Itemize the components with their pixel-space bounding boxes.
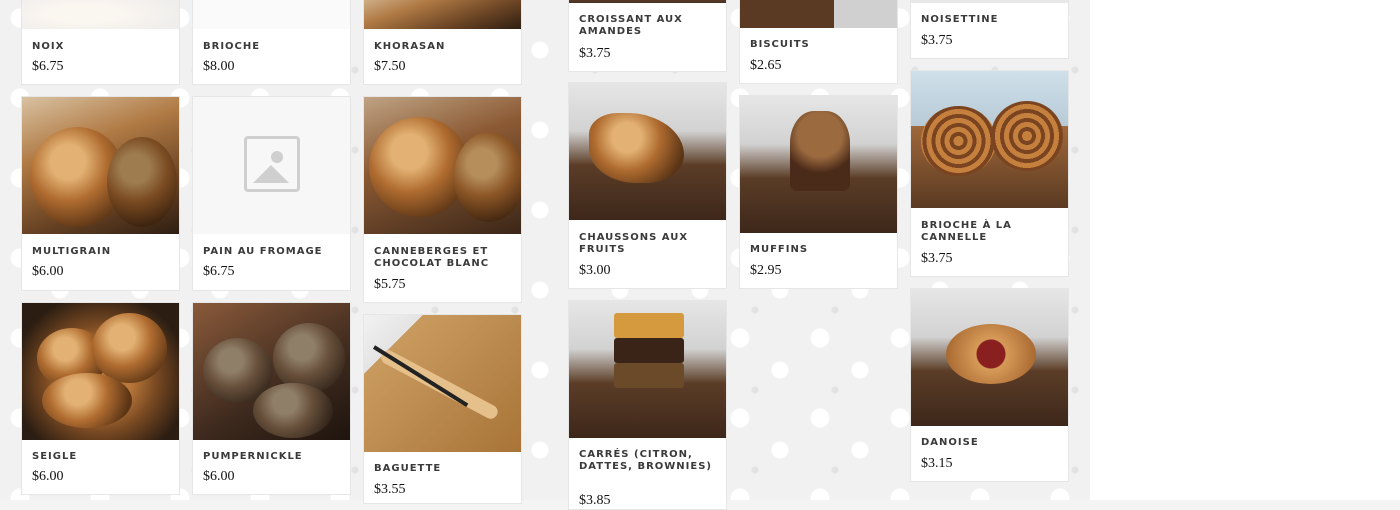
- product-image[interactable]: [740, 0, 897, 28]
- product-price: $6.00: [203, 469, 235, 484]
- product-price: $3.00: [579, 263, 611, 278]
- product-name[interactable]: CANNEBERGES ET CHOCOLAT BLANC: [374, 246, 513, 270]
- loaf-shape: [107, 137, 177, 227]
- product-price: $3.85: [579, 493, 611, 508]
- product-price: $3.15: [921, 456, 953, 471]
- product-name[interactable]: CARRÉS (CITRON, DATTES, BROWNIES): [579, 449, 718, 473]
- loaf-shape: [92, 313, 167, 383]
- product-price: $7.50: [374, 59, 406, 74]
- product-price: $3.75: [921, 33, 953, 48]
- product-card-carres[interactable]: CARRÉS (CITRON, DATTES, BROWNIES) $3.85: [568, 300, 727, 510]
- product-name[interactable]: NOISETTINE: [921, 14, 1060, 26]
- product-card-noix[interactable]: NOIX $6.75: [21, 0, 180, 85]
- product-card-baguette[interactable]: BAGUETTE $3.55: [363, 314, 522, 504]
- product-name[interactable]: CROISSANT AUX AMANDES: [579, 14, 718, 38]
- muffin-shape: [790, 111, 850, 191]
- product-card-brioche[interactable]: BRIOCHE $8.00: [192, 0, 351, 85]
- product-name[interactable]: MULTIGRAIN: [32, 246, 171, 258]
- product-image[interactable]: [364, 315, 521, 452]
- square-shape: [614, 313, 684, 338]
- product-card-canneberges[interactable]: CANNEBERGES ET CHOCOLAT BLANC $5.75: [363, 96, 522, 303]
- product-price: $2.95: [750, 263, 782, 278]
- cinnamon-roll-shape: [921, 106, 996, 176]
- product-price: $5.75: [374, 277, 406, 292]
- product-price: $6.75: [32, 59, 64, 74]
- product-price: $6.75: [203, 264, 235, 279]
- product-price: $3.75: [921, 251, 953, 266]
- product-card-biscuits[interactable]: BISCUITS $2.65: [739, 0, 898, 84]
- cinnamon-roll-shape: [991, 101, 1063, 171]
- product-name[interactable]: MUFFINS: [750, 244, 889, 256]
- loaf-shape: [42, 373, 132, 428]
- product-card-pumpernickle[interactable]: PUMPERNICKLE $6.00: [192, 302, 351, 495]
- product-name[interactable]: NOIX: [32, 41, 171, 53]
- product-price: $3.75: [579, 46, 611, 61]
- product-price: $6.00: [32, 469, 64, 484]
- product-card-pain-au-fromage[interactable]: PAIN AU FROMAGE $6.75: [192, 96, 351, 291]
- product-image[interactable]: [193, 0, 350, 29]
- product-image[interactable]: [569, 0, 726, 3]
- product-card-danoise[interactable]: DANOISE $3.15: [910, 288, 1069, 482]
- product-name[interactable]: DANOISE: [921, 437, 1060, 449]
- product-card-khorasan[interactable]: KHORASAN $7.50: [363, 0, 522, 85]
- product-price: $8.00: [203, 59, 235, 74]
- square-shape: [614, 338, 684, 363]
- product-card-multigrain[interactable]: MULTIGRAIN $6.00: [21, 96, 180, 291]
- product-name[interactable]: BRIOCHE À LA CANNELLE: [921, 220, 1060, 244]
- product-image[interactable]: [364, 97, 521, 234]
- product-image[interactable]: [569, 83, 726, 220]
- product-price: $3.55: [374, 482, 406, 497]
- product-card-seigle[interactable]: SEIGLE $6.00: [21, 302, 180, 495]
- product-card-noisettine[interactable]: NOISETTINE $3.75: [910, 0, 1069, 59]
- product-name[interactable]: PAIN AU FROMAGE: [203, 246, 342, 258]
- product-image[interactable]: [911, 0, 1068, 3]
- blank-margin: [1090, 0, 1400, 500]
- product-image[interactable]: [22, 0, 179, 29]
- product-name[interactable]: PUMPERNICKLE: [203, 451, 342, 463]
- loaf-shape: [253, 383, 333, 438]
- product-image[interactable]: [22, 97, 179, 234]
- product-card-muffins[interactable]: MUFFINS $2.95: [739, 95, 898, 289]
- product-image-placeholder[interactable]: [193, 97, 350, 234]
- pastry-shape: [589, 113, 684, 183]
- product-card-croissant-amandes[interactable]: CROISSANT AUX AMANDES $3.75: [568, 0, 727, 72]
- square-shape: [614, 363, 684, 388]
- product-card-brioche-cannelle[interactable]: BRIOCHE À LA CANNELLE $3.75: [910, 70, 1069, 277]
- product-card-chaussons[interactable]: CHAUSSONS AUX FRUITS $3.00: [568, 82, 727, 289]
- product-name[interactable]: CHAUSSONS AUX FRUITS: [579, 232, 718, 256]
- product-image[interactable]: [911, 289, 1068, 426]
- knife-shape: [372, 345, 469, 407]
- product-price: $6.00: [32, 264, 64, 279]
- loaf-shape: [454, 132, 521, 222]
- loaf-shape: [273, 323, 345, 393]
- product-image[interactable]: [364, 0, 521, 29]
- product-image[interactable]: [911, 71, 1068, 208]
- product-price: $2.65: [750, 58, 782, 73]
- product-name[interactable]: BISCUITS: [750, 39, 889, 51]
- product-name[interactable]: BRIOCHE: [203, 41, 342, 53]
- product-name[interactable]: SEIGLE: [32, 451, 171, 463]
- product-name[interactable]: BAGUETTE: [374, 463, 513, 475]
- product-image[interactable]: [193, 303, 350, 440]
- image-placeholder-icon: [243, 135, 300, 192]
- product-image[interactable]: [569, 301, 726, 438]
- product-name[interactable]: KHORASAN: [374, 41, 513, 53]
- product-image[interactable]: [22, 303, 179, 440]
- danish-shape: [946, 324, 1036, 384]
- product-image[interactable]: [740, 96, 897, 233]
